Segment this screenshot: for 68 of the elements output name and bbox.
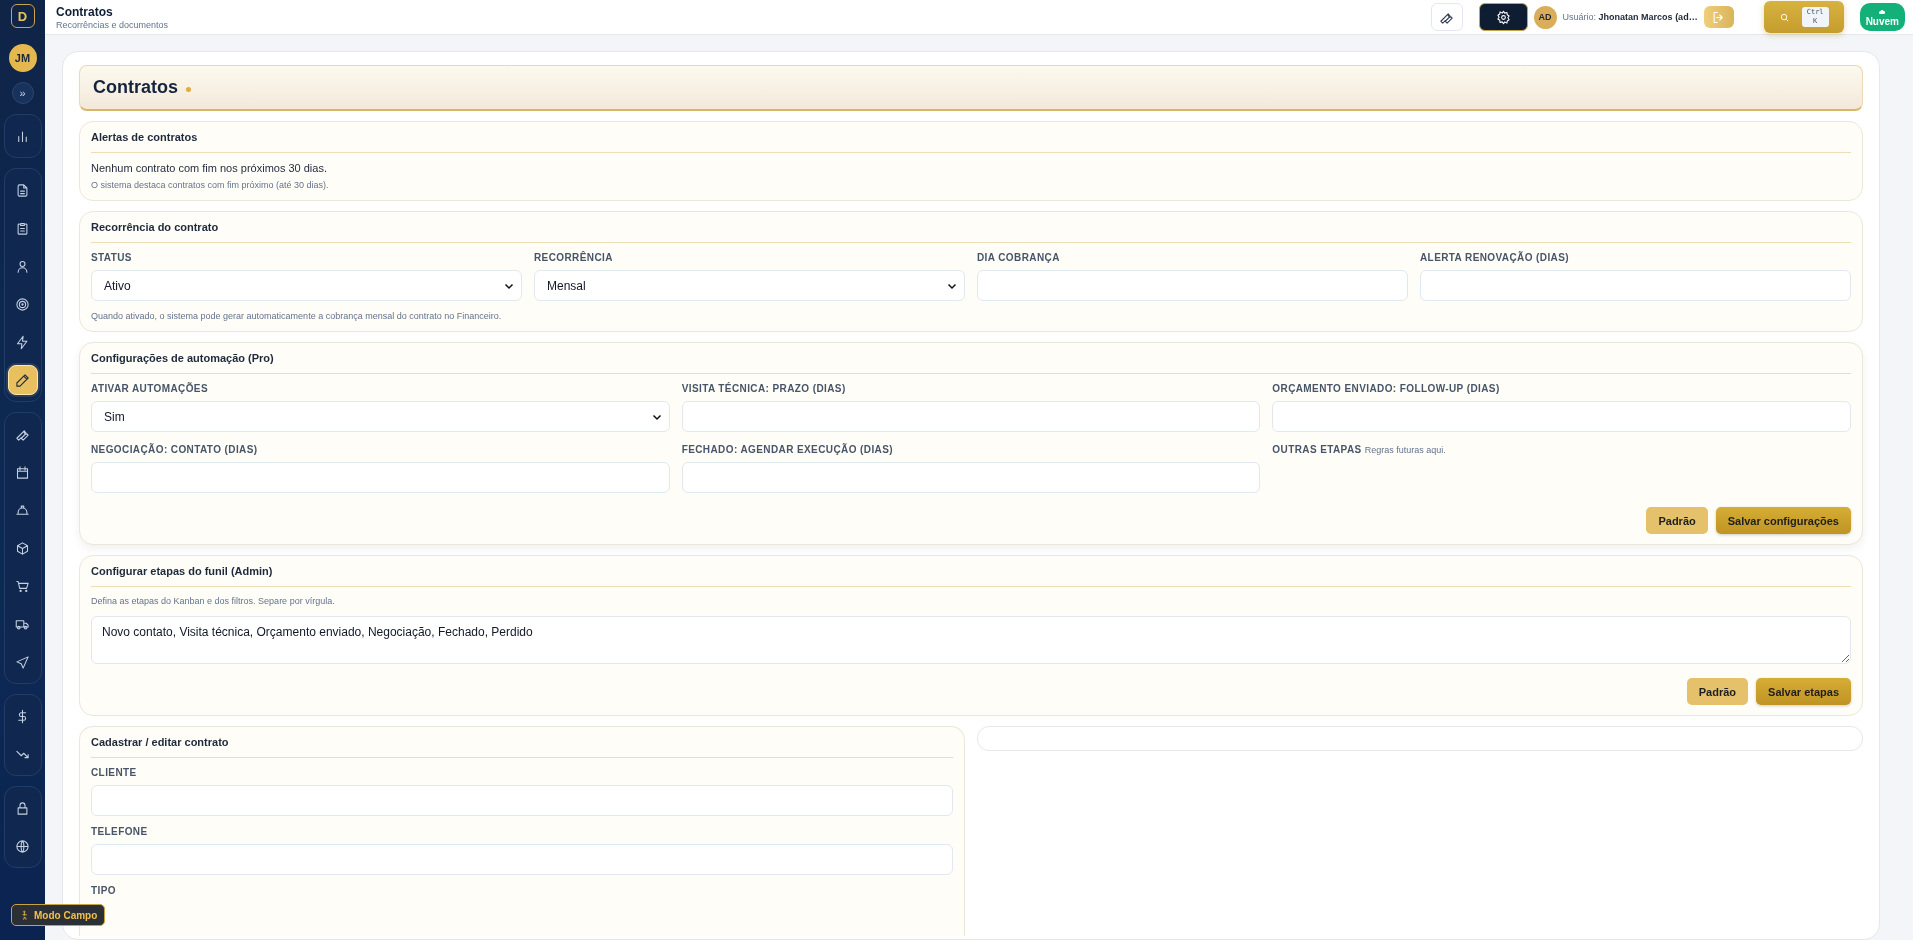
page-title: Contratos — [56, 4, 114, 19]
field-label: CLIENTE — [91, 767, 138, 778]
card-title: Alertas de contratos — [91, 131, 1851, 153]
save-button[interactable]: Salvar configurações — [1715, 507, 1851, 534]
user-label: Usuário: Jhonatan Marcos (ad… — [1562, 12, 1698, 22]
user-avatar[interactable]: JM — [8, 44, 37, 72]
input-field[interactable] — [91, 785, 953, 816]
select-field[interactable]: Sim — [91, 401, 670, 432]
lightning-icon — [15, 334, 30, 350]
user-avatar[interactable]: AD — [1533, 5, 1557, 29]
field-label: OUTRAS ETAPAS Regras futuras aqui. — [1272, 444, 1447, 455]
clipboard-icon — [15, 220, 30, 236]
card-title: Configurações de automação (Pro) — [91, 352, 1851, 374]
pencil-icon — [15, 372, 30, 388]
field-label: ATIVAR AUTOMAÇÕES — [91, 383, 209, 394]
field-label: FECHADO: AGENDAR EXECUÇÃO (DIAS) — [681, 444, 894, 455]
search-icon — [1778, 11, 1790, 23]
hint-text: Quando ativado, o sistema pode gerar automaticamente a cobrança mensal do contrato no Financeiro. — [91, 311, 503, 321]
field-mode-button[interactable]: Modo Campo — [11, 904, 106, 926]
field-label: DIA COBRANÇA — [977, 252, 1061, 263]
chart-icon — [15, 128, 30, 144]
user-icon — [15, 258, 30, 274]
settings-icon — [1495, 9, 1511, 25]
field-label: NEGOCIAÇÃO: CONTATO (DIAS) — [91, 444, 259, 455]
field-label: TIPO — [91, 885, 117, 896]
page-subtitle: Recorrências e documentos — [56, 19, 169, 30]
input-field[interactable] — [91, 844, 953, 875]
input-field[interactable] — [1272, 401, 1851, 432]
lock-icon — [15, 800, 30, 816]
card-title: Configurar etapas do funil (Admin) — [91, 565, 1851, 587]
hint-text: O sistema destaca contratos com fim próximo (até 30 dias). — [91, 180, 330, 190]
nav-item[interactable] — [7, 365, 38, 395]
settings-button[interactable] — [1478, 3, 1528, 31]
default-button[interactable]: Padrão — [1686, 678, 1749, 705]
cloud-icon — [1877, 7, 1888, 16]
status-dot — [186, 87, 191, 92]
input-field[interactable] — [681, 462, 1261, 493]
select-field[interactable]: Mensal — [534, 270, 965, 301]
document-icon — [15, 182, 30, 198]
hard-hat-icon — [15, 502, 30, 518]
field-label: RECORRÊNCIA — [534, 252, 614, 263]
select-field[interactable]: Ativo — [91, 270, 522, 301]
field-label: ALERTA RENOVAÇÃO (DIAS) — [1420, 252, 1570, 263]
section-heading: Contratos — [93, 77, 178, 98]
field-label: VISITA TÉCNICA: PRAZO (DIAS) — [681, 383, 847, 394]
hint-text: Defina as etapas do Kanban e dos filtros. Separe por vírgula. — [91, 596, 336, 606]
box-icon — [15, 540, 30, 556]
app-logo[interactable]: D — [10, 4, 35, 28]
tools-button[interactable] — [1430, 3, 1463, 31]
stages-textarea[interactable]: Novo contato, Visita técnica, Orçamento enviado, Negociação, Fechado, Perdido — [91, 616, 1851, 664]
send-icon — [15, 654, 30, 670]
default-button[interactable]: Padrão — [1646, 507, 1708, 534]
globe-icon — [15, 838, 30, 854]
input-field[interactable] — [977, 270, 1408, 301]
cart-icon — [15, 578, 30, 594]
input-field[interactable] — [1420, 270, 1851, 301]
field-label: ORÇAMENTO ENVIADO: FOLLOW-UP (DIAS) — [1272, 383, 1501, 394]
card-title: Cadastrar / editar contrato — [91, 736, 953, 758]
card-title: Recorrência do contrato — [91, 221, 1851, 243]
target-icon — [15, 296, 30, 312]
field-label: TELEFONE — [91, 826, 149, 837]
save-button[interactable]: Salvar etapas — [1756, 678, 1851, 705]
expand-button[interactable]: » — [11, 82, 34, 104]
input-field[interactable] — [91, 462, 670, 493]
input-field[interactable] — [681, 401, 1261, 432]
alert-message: Nenhum contrato com fim nos próximos 30 dias. — [91, 162, 328, 174]
calendar-icon — [15, 464, 30, 480]
field-label: STATUS — [91, 252, 133, 263]
